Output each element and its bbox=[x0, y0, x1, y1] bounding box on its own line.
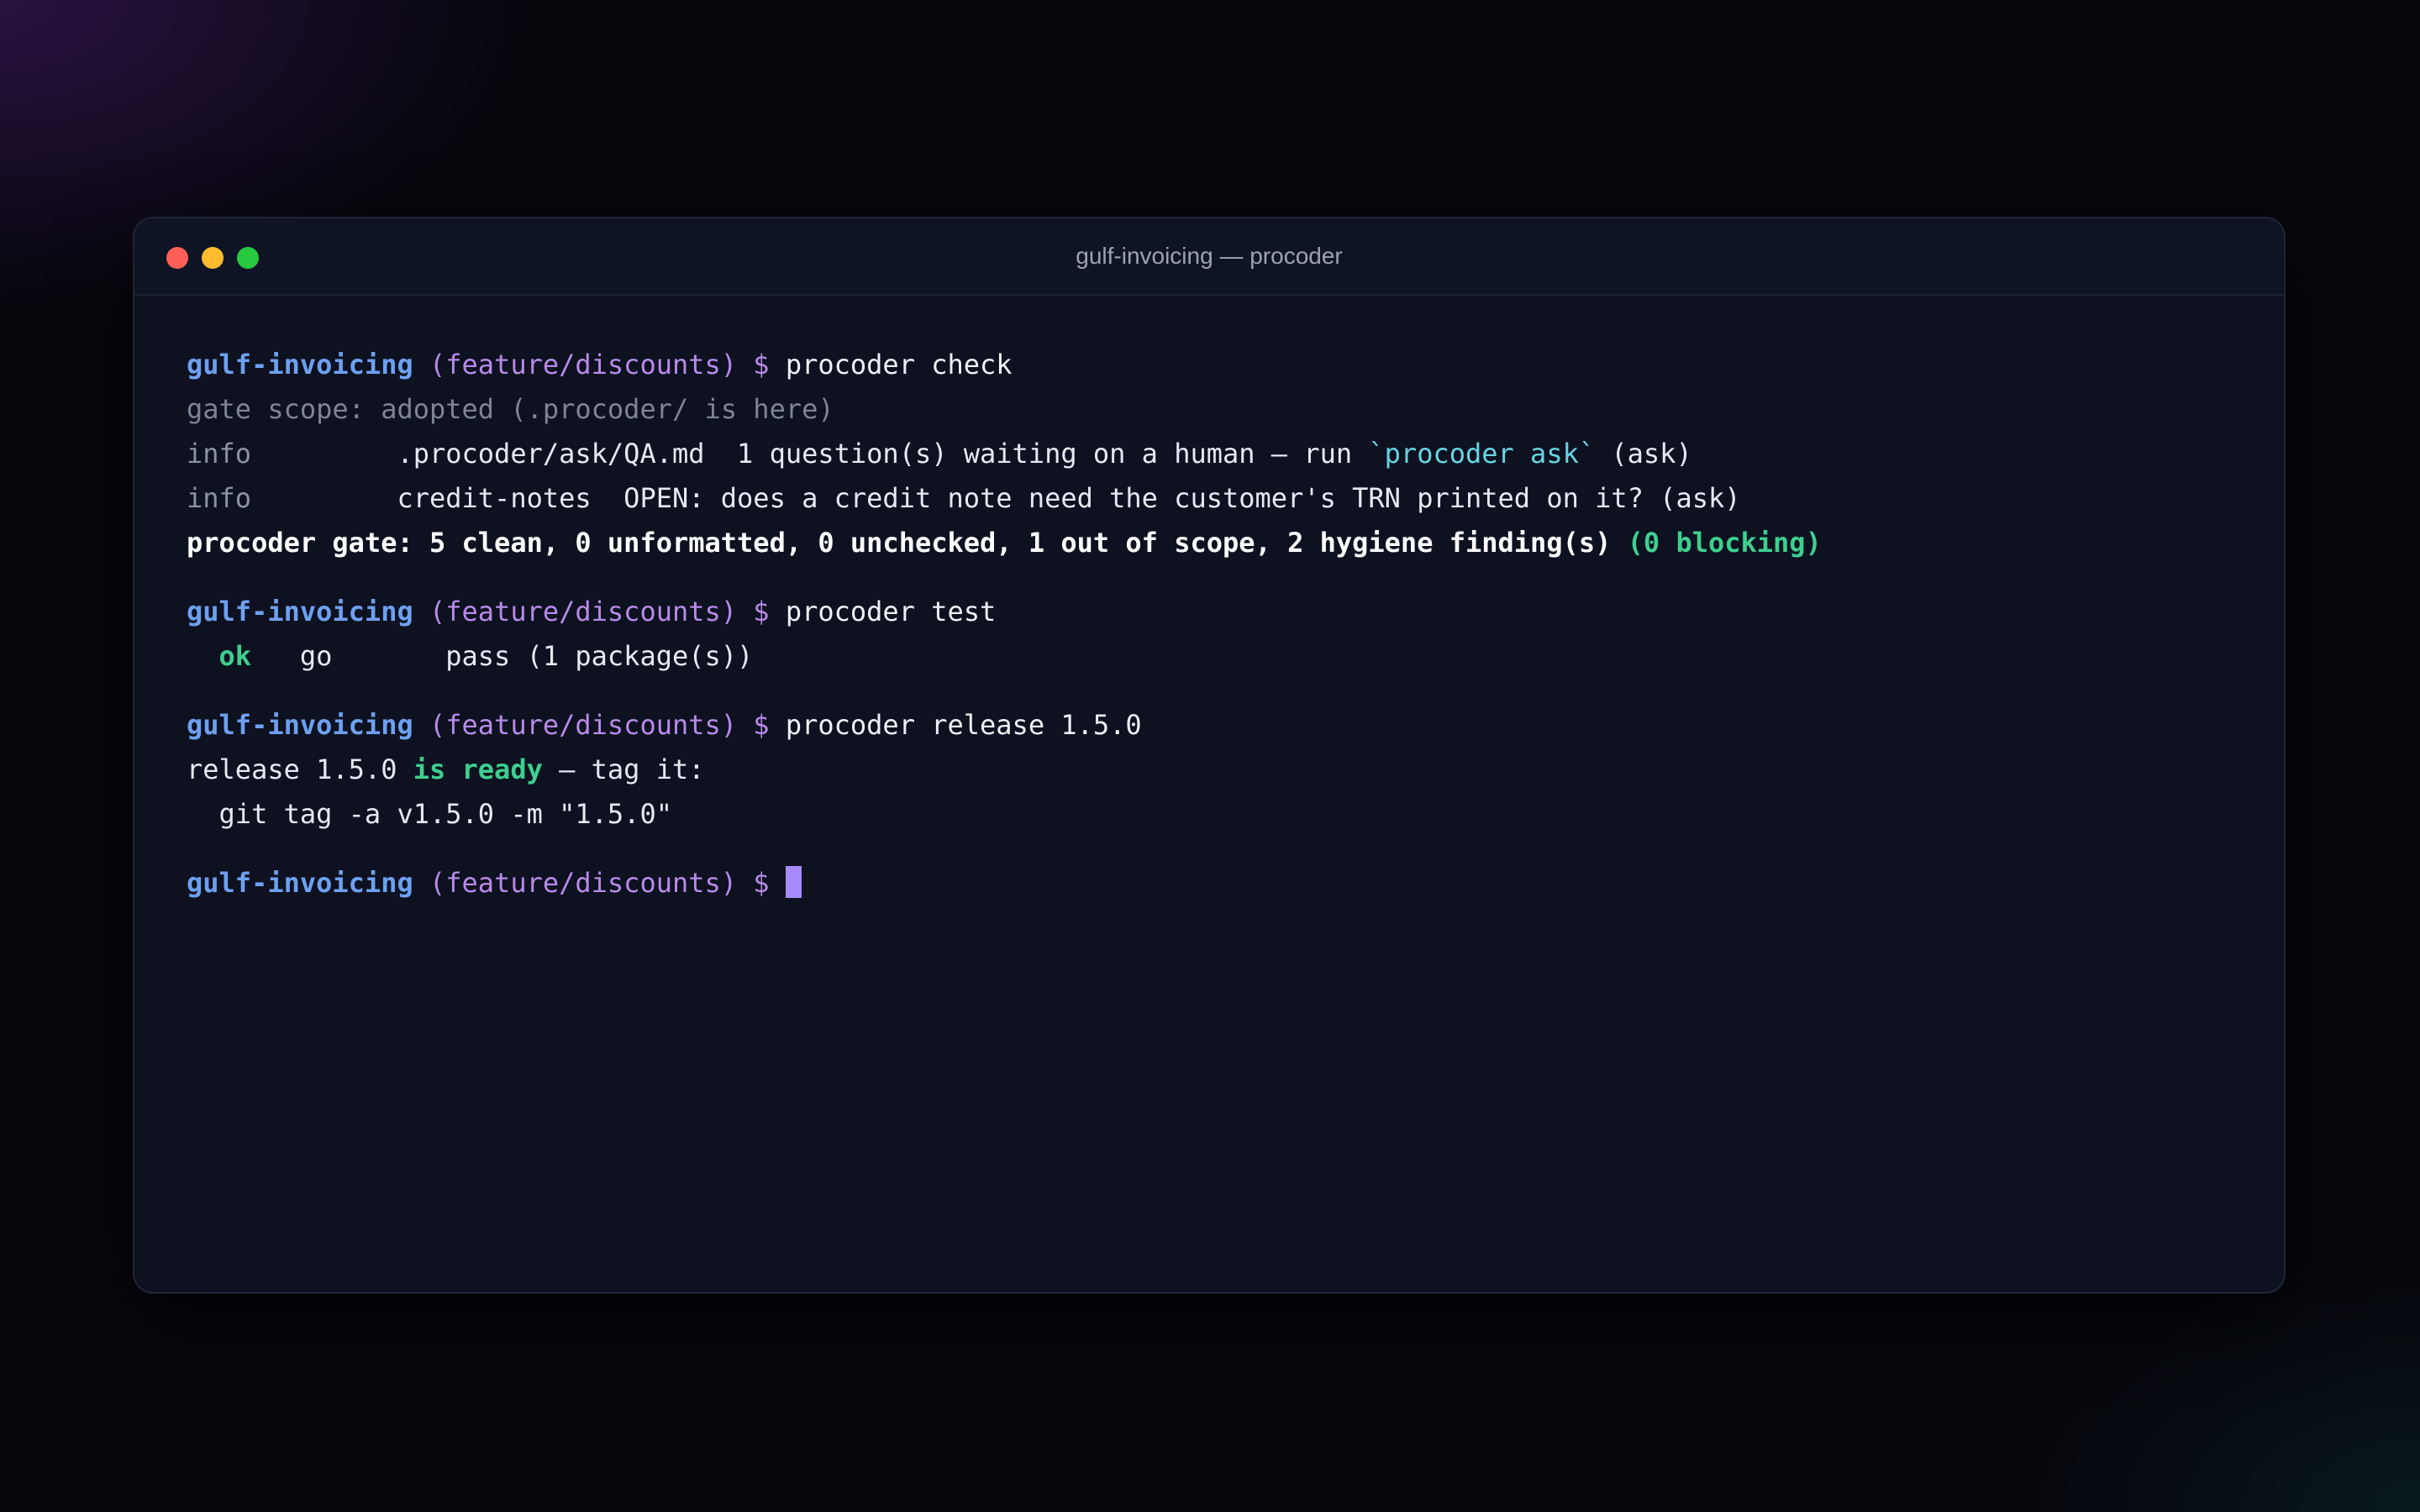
info-code: `procoder ask` bbox=[1368, 438, 1596, 470]
prompt-line-release: gulf-invoicing (feature/discounts) $ pro… bbox=[187, 703, 2250, 748]
gate-scope-line: gate scope: adopted (.procoder/ is here) bbox=[187, 393, 834, 425]
info-tag: (ask) bbox=[1611, 438, 1692, 470]
command-text: procoder check bbox=[785, 349, 1013, 381]
info-path: .procoder/ask/QA.md bbox=[397, 438, 705, 470]
git-tag-command: git tag -a v1.5.0 -m "1.5.0" bbox=[218, 798, 672, 830]
test-lang: go bbox=[299, 640, 333, 672]
prompt-symbol: $ bbox=[753, 349, 770, 381]
release-message: release 1.5.0 bbox=[187, 753, 397, 785]
prompt-symbol: $ bbox=[753, 596, 770, 627]
prompt-branch: (feature/discounts) bbox=[429, 349, 738, 381]
info-line-credit-notes: info credit-notes OPEN: does a credit no… bbox=[187, 476, 2250, 521]
test-result: pass (1 package(s)) bbox=[445, 640, 754, 672]
gate-summary-line: procoder gate: 5 clean, 0 unformatted, 0… bbox=[187, 521, 2250, 565]
test-result-line: ok go pass (1 package(s)) bbox=[187, 634, 2250, 679]
info-message: OPEN: does a credit note need the custom… bbox=[623, 482, 1741, 514]
title-bar: gulf-invoicing — procoder bbox=[134, 218, 2284, 296]
prompt-dir: gulf-invoicing bbox=[187, 709, 413, 741]
window-title: gulf-invoicing — procoder bbox=[1076, 243, 1343, 269]
test-status: ok bbox=[218, 640, 252, 672]
prompt-dir: gulf-invoicing bbox=[187, 349, 413, 381]
info-path: credit-notes bbox=[397, 482, 592, 514]
prompt-line-check: gulf-invoicing (feature/discounts) $ pro… bbox=[187, 343, 2250, 387]
prompt-dir: gulf-invoicing bbox=[187, 596, 413, 627]
prompt-symbol: $ bbox=[753, 867, 770, 899]
gate-status: (0 blocking) bbox=[1627, 527, 1822, 559]
release-message-end: — tag it: bbox=[559, 753, 705, 785]
prompt-branch: (feature/discounts) bbox=[429, 709, 738, 741]
prompt-branch: (feature/discounts) bbox=[429, 596, 738, 627]
info-level: info bbox=[187, 438, 252, 470]
release-status-line: release 1.5.0 is ready — tag it: bbox=[187, 748, 2250, 792]
release-status: is ready bbox=[413, 753, 543, 785]
terminal-window: gulf-invoicing — procoder gulf-invoicing… bbox=[133, 217, 2286, 1294]
command-text: procoder test bbox=[785, 596, 997, 627]
git-tag-line: git tag -a v1.5.0 -m "1.5.0" bbox=[187, 792, 2250, 837]
prompt-dir: gulf-invoicing bbox=[187, 867, 413, 899]
info-message: 1 question(s) waiting on a human — run bbox=[737, 438, 1353, 470]
text-cursor[interactable] bbox=[785, 866, 802, 898]
gate-summary: procoder gate: 5 clean, 0 unformatted, 0… bbox=[187, 527, 1612, 559]
prompt-branch: (feature/discounts) bbox=[429, 867, 738, 899]
prompt-symbol: $ bbox=[753, 709, 770, 741]
prompt-line-current[interactable]: gulf-invoicing (feature/discounts) $ bbox=[187, 861, 2250, 906]
prompt-line-test: gulf-invoicing (feature/discounts) $ pro… bbox=[187, 590, 2250, 634]
terminal-output[interactable]: gulf-invoicing (feature/discounts) $ pro… bbox=[187, 343, 2250, 906]
info-line-qa: info .procoder/ask/QA.md 1 question(s) w… bbox=[187, 432, 2250, 476]
info-level: info bbox=[187, 482, 252, 514]
command-text: procoder release 1.5.0 bbox=[785, 709, 1142, 741]
